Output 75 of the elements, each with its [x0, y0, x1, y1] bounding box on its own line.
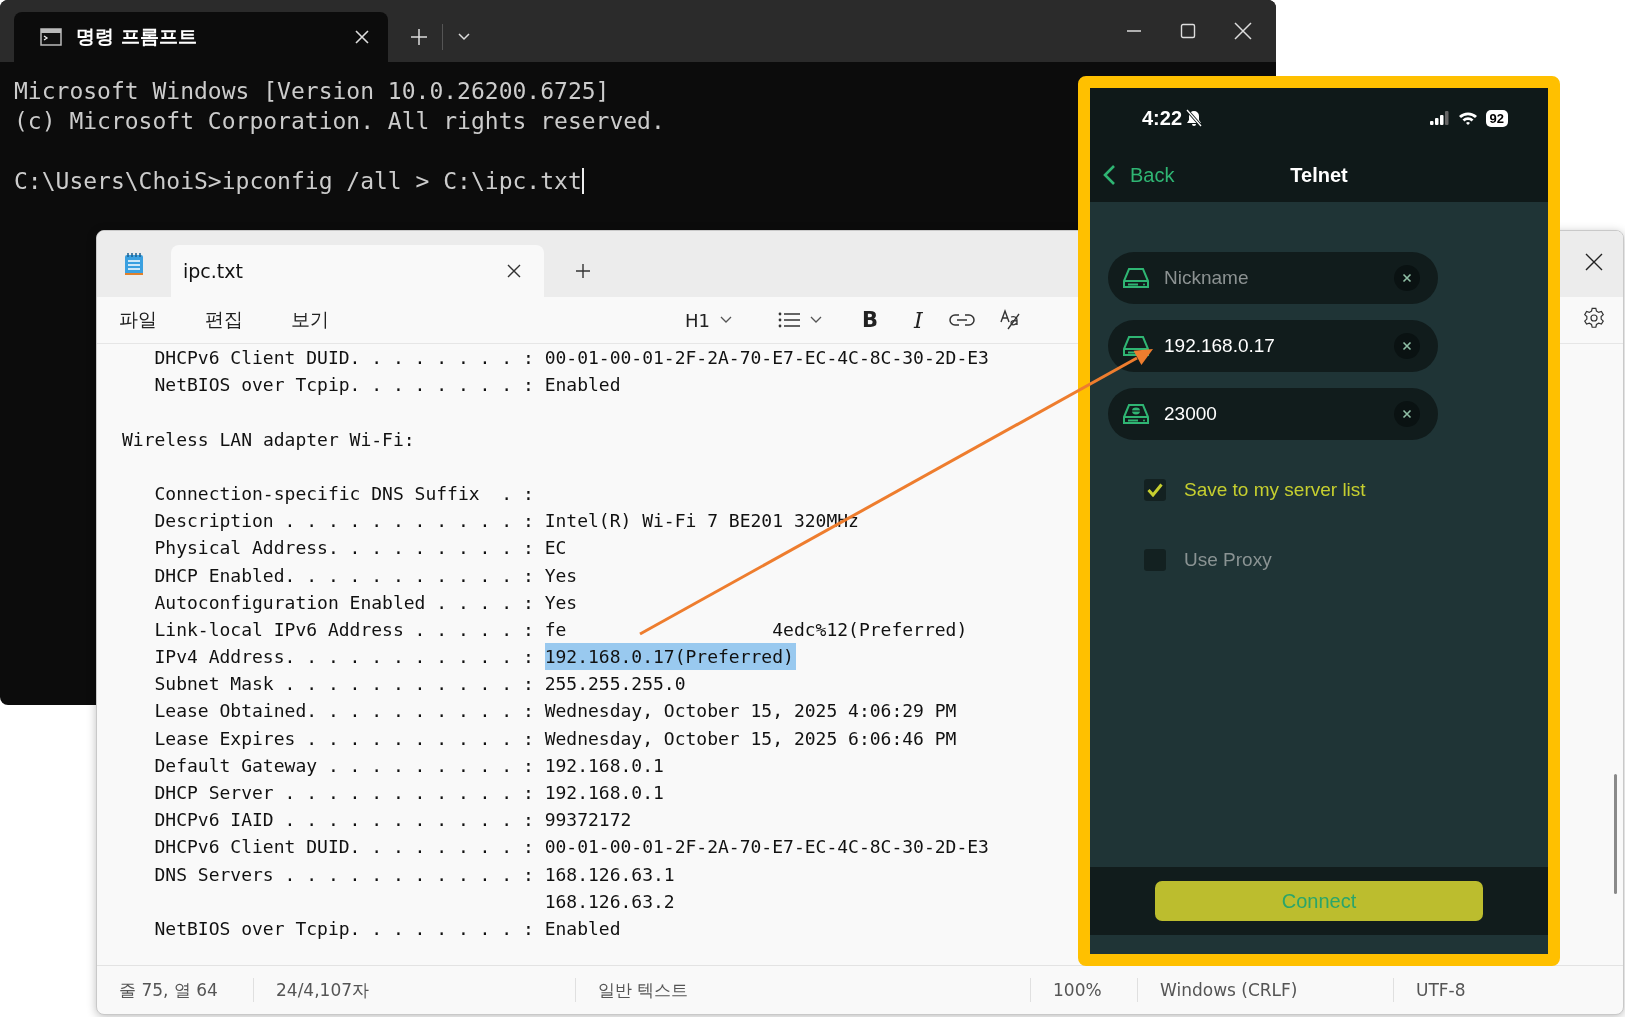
tab-title: 명령 프롬프트 [76, 24, 198, 49]
text-line: Default Gateway . . . . . . . . . : 192.168.0.1 [154, 753, 664, 778]
text-line: 4edc%12(Preferred) [772, 617, 968, 642]
clear-icon[interactable] [1394, 333, 1420, 359]
text-line: Lease Obtained. . . . . . . . . . : Wednesday, October 15, 2025 4:06:29 PM [154, 699, 957, 724]
tab-title: ipc.txt [183, 260, 244, 282]
input-field[interactable]: 192.168.0.17 [1108, 320, 1438, 372]
input-field[interactable]: Nickname [1108, 252, 1438, 304]
chevron-left-icon [1102, 164, 1116, 186]
zoom-level: 100% [1053, 980, 1102, 1000]
heading-level: H1 [685, 309, 710, 331]
text-line: DHCPv6 Client DUID. . . . . . . . : 00-01-00-01-2F-2A-70-E7-EC-4C-8C-30-2D-E3 [154, 346, 989, 370]
clear-icon[interactable] [1394, 401, 1420, 427]
notepad-icon [124, 252, 144, 276]
file-tab[interactable]: ipc.txt [171, 245, 544, 297]
chevron-down-icon[interactable] [457, 32, 471, 42]
file-type: 일반 텍스트 [598, 978, 689, 1002]
text-line: IPv4 Address. . . . . . . . . . . : [154, 645, 534, 670]
menu-item[interactable]: 보기 [271, 307, 357, 333]
text-line: Lease Expires . . . . . . . . . . : Wednesday, October 15, 2025 6:06:46 PM [154, 726, 957, 751]
list-icon [778, 312, 800, 328]
bell-muted-icon [1186, 109, 1203, 127]
text-line: DHCPv6 IAID . . . . . . . . . . . : 99372172 [154, 808, 632, 833]
close-icon[interactable] [506, 263, 522, 279]
menu-item[interactable]: 파일 [97, 307, 185, 333]
output-line: (c) Microsoft Corporation. All rights reserved. [14, 107, 665, 136]
command-line: C:\Users\ChoiS>ipconfig /all > C:\ipc.txt [14, 167, 582, 196]
status-time: 4:22 [1142, 106, 1183, 130]
drive-icon [1122, 402, 1150, 426]
italic-button[interactable]: I [902, 307, 935, 333]
checkbox[interactable] [1144, 479, 1166, 501]
chevron-down-icon [720, 316, 732, 324]
back-button[interactable]: Back [1102, 163, 1175, 187]
settings-icon[interactable] [1583, 307, 1605, 329]
text-line: Subnet Mask . . . . . . . . . . . : 255.255.255.0 [154, 672, 686, 697]
line-ending: Windows (CRLF) [1160, 980, 1298, 1000]
maximize-icon[interactable] [1180, 23, 1196, 39]
text-line: DHCP Server . . . . . . . . . . . : 192.168.0.1 [154, 781, 664, 805]
text-line: Link-local IPv6 Address . . . . . : fe [154, 617, 567, 642]
text-line: Autoconfiguration Enabled . . . . : Yes [154, 590, 578, 615]
drive-icon [1122, 334, 1150, 358]
close-icon[interactable] [1585, 253, 1603, 271]
plus-icon[interactable] [574, 262, 592, 280]
encoding: UTF-8 [1416, 980, 1466, 1000]
output-line: Microsoft Windows [Version 10.0.26200.6725] [14, 77, 610, 106]
heading-dropdown[interactable]: H1 [673, 309, 744, 331]
character-count: 24/4,107자 [276, 978, 370, 1002]
link-icon[interactable] [948, 313, 975, 327]
text-line: DHCPv6 Client DUID. . . . . . . . : 00-01-00-01-2F-2A-70-E7-EC-4C-8C-30-2D-E3 [154, 835, 989, 860]
text-line: 168.126.63.2 [544, 889, 675, 914]
text-line: DNS Servers . . . . . . . . . . . : 168.126.63.1 [154, 862, 675, 887]
selected-text: 192.168.0.17(Preferred) [544, 643, 796, 671]
input-field[interactable]: 23000 [1108, 388, 1438, 440]
wifi-icon [1457, 111, 1478, 125]
text-line: Connection-specific DNS Suffix . : [154, 481, 534, 506]
clear-icon[interactable] [1394, 265, 1420, 291]
option-label: Use Proxy [1184, 549, 1272, 571]
cursor-position: 줄 75, 열 64 [119, 978, 218, 1002]
battery-level: 92 [1485, 109, 1508, 127]
text-line: NetBIOS over Tcpip. . . . . . . . : Enabled [154, 916, 621, 941]
menu-item[interactable]: 편집 [185, 307, 271, 333]
terminal-icon [40, 28, 62, 46]
terminal-tab[interactable]: 명령 프롬프트 [14, 12, 388, 62]
drive-icon [1122, 266, 1150, 290]
signal-icon [1429, 111, 1450, 125]
text-line: Wireless LAN adapter Wi-Fi: [122, 427, 415, 452]
chevron-down-icon [810, 316, 822, 324]
scrollbar[interactable] [1614, 774, 1617, 894]
screen-title: Telnet [1290, 163, 1348, 186]
text-cursor [581, 168, 584, 194]
option-label: Save to my server list [1184, 479, 1366, 501]
bold-button[interactable]: B [850, 308, 890, 332]
text-line: NetBIOS over Tcpip. . . . . . . . : Enabled [154, 373, 621, 398]
text-line: DHCP Enabled. . . . . . . . . . . : Yes [154, 563, 578, 588]
text-line: Physical Address. . . . . . . . . : EC [154, 536, 567, 561]
